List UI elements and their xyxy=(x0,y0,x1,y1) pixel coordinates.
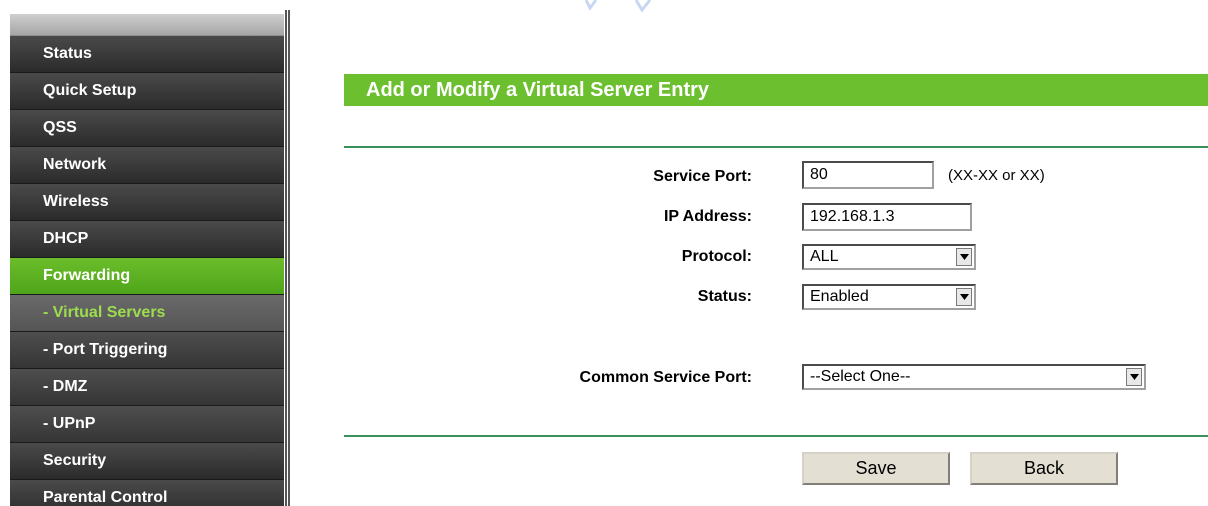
chevron-down-icon[interactable] xyxy=(1126,368,1142,386)
sidebar-item-wireless[interactable]: Wireless xyxy=(10,184,284,221)
service-port-hint: (XX-XX or XX) xyxy=(948,167,1045,184)
ip-address-input[interactable] xyxy=(802,203,972,231)
sidebar-item-dhcp[interactable]: DHCP xyxy=(10,221,284,258)
sidebar-item-network[interactable]: Network xyxy=(10,147,284,184)
protocol-select[interactable]: ALL xyxy=(802,244,976,270)
logo-fragment-icon xyxy=(584,0,652,12)
sidebar-nav-list: Status Quick Setup QSS Network Wireless DHCP F… xyxy=(10,36,284,506)
status-selected-value: Enabled xyxy=(810,288,869,305)
sidebar-item-forwarding[interactable]: Forwarding xyxy=(10,258,284,295)
sidebar-item-dmz[interactable]: - DMZ xyxy=(10,369,284,406)
sidebar-item-virtual-servers[interactable]: - Virtual Servers xyxy=(10,295,284,332)
status-select[interactable]: Enabled xyxy=(802,284,976,310)
top-divider xyxy=(344,146,1208,148)
sidebar-item-status[interactable]: Status xyxy=(10,36,284,73)
protocol-selected-value: ALL xyxy=(810,248,839,265)
frame-divider[interactable] xyxy=(285,10,290,506)
sidebar-item-port-triggering[interactable]: - Port Triggering xyxy=(10,332,284,369)
chevron-down-icon[interactable] xyxy=(956,288,972,306)
sidebar-item-upnp[interactable]: - UPnP xyxy=(10,406,284,443)
common-service-port-selected-value: --Select One-- xyxy=(810,368,911,385)
save-button[interactable]: Save xyxy=(802,452,950,485)
common-service-port-label: Common Service Port: xyxy=(579,369,752,386)
sidebar-item-security[interactable]: Security xyxy=(10,443,284,480)
chevron-down-icon[interactable] xyxy=(956,248,972,266)
sidebar-menu: Status Quick Setup QSS Network Wireless DHCP F… xyxy=(10,14,284,506)
ip-address-label: IP Address: xyxy=(663,208,752,225)
sidebar-header xyxy=(10,14,284,36)
status-label: Status: xyxy=(697,288,752,305)
sidebar-item-parental-control[interactable]: Parental Control xyxy=(10,480,284,506)
sidebar-item-quick-setup[interactable]: Quick Setup xyxy=(10,73,284,110)
protocol-label: Protocol: xyxy=(681,248,752,265)
back-button[interactable]: Back xyxy=(970,452,1118,485)
common-service-port-select[interactable]: --Select One-- xyxy=(802,364,1146,390)
page-title: Add or Modify a Virtual Server Entry xyxy=(344,74,1208,106)
service-port-input[interactable] xyxy=(802,161,934,189)
service-port-label: Service Port: xyxy=(653,168,752,185)
bottom-divider xyxy=(344,435,1208,437)
sidebar-item-qss[interactable]: QSS xyxy=(10,110,284,147)
main-panel: Add or Modify a Virtual Server Entry Ser… xyxy=(344,0,1208,506)
